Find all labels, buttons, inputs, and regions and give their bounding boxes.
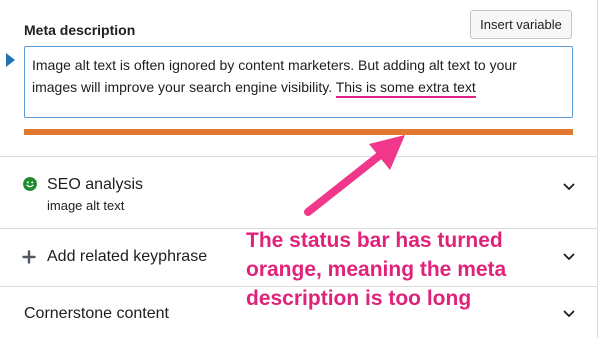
annotation-text: The status bar has turned orange, meanin… <box>246 229 507 310</box>
